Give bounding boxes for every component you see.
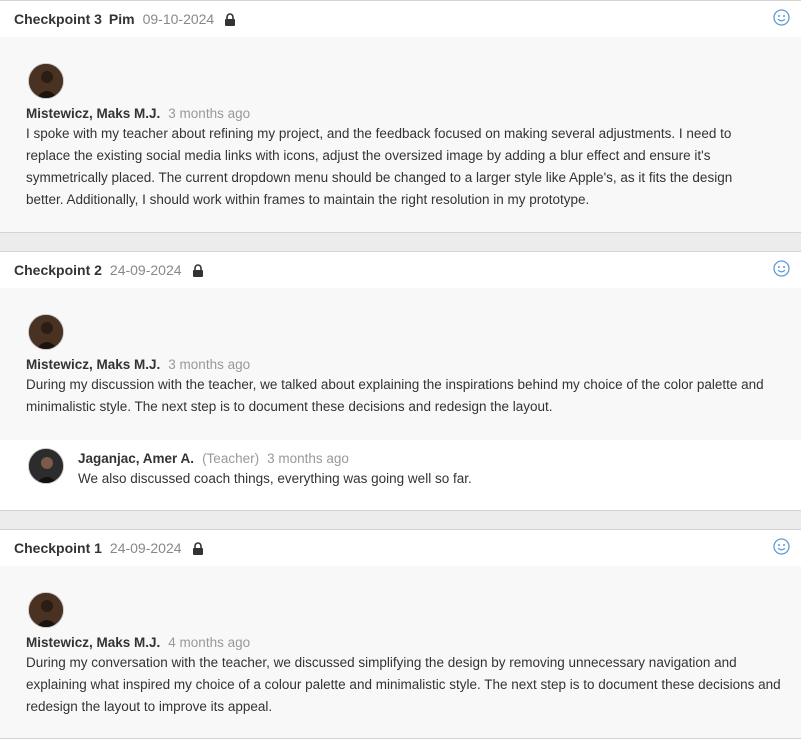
checkpoint-header-row: Checkpoint 2 24-09-2024 [14, 252, 204, 288]
comment-author[interactable]: Mistewicz, Maks M.J. [26, 635, 160, 650]
smiley-face-icon[interactable] [773, 538, 790, 555]
comment-meta: Mistewicz, Maks M.J. 3 months ago [26, 106, 250, 121]
checkpoint-header-row: Checkpoint 1 24-09-2024 [14, 530, 204, 566]
checkpoint-header: Checkpoint 2 24-09-2024 [0, 252, 801, 288]
lock-icon [192, 263, 203, 277]
avatar-photo-icon [29, 315, 63, 349]
checkpoint-title: Checkpoint 3 [14, 11, 102, 27]
avatar [28, 63, 64, 99]
checkpoint-title: Checkpoint 2 [14, 262, 102, 278]
checkpoint-card-2: Checkpoint 2 24-09-2024 Mistewicz, Maks … [0, 251, 801, 511]
comment-time: 3 months ago [168, 357, 251, 372]
reply-role: (Teacher) [202, 451, 260, 466]
reply-author[interactable]: Jaganjac, Amer A. [78, 451, 194, 466]
teacher-reply: Jaganjac, Amer A. (Teacher) 3 months ago… [0, 440, 801, 510]
comment-time: 3 months ago [168, 106, 251, 121]
comment-author[interactable]: Mistewicz, Maks M.J. [26, 357, 160, 372]
avatar [28, 314, 64, 350]
smiley-face-icon[interactable] [773, 9, 790, 26]
smiley-face-icon[interactable] [773, 260, 790, 277]
checkpoint-date: 24-09-2024 [109, 540, 182, 556]
comment-text: During my discussion with the teacher, w… [26, 377, 764, 414]
comment-meta: Mistewicz, Maks M.J. 4 months ago [26, 635, 250, 650]
checkpoint-header: Checkpoint 1 24-09-2024 [0, 530, 801, 566]
reply-text: We also discussed coach things, everythi… [78, 471, 472, 486]
reply-time: 3 months ago [267, 451, 349, 466]
comment-time: 4 months ago [168, 635, 251, 650]
avatar-photo-icon [29, 449, 63, 483]
reply-meta: Jaganjac, Amer A. (Teacher) 3 months ago [78, 451, 349, 466]
comment-author[interactable]: Mistewicz, Maks M.J. [26, 106, 160, 121]
avatar-photo-icon [29, 64, 63, 98]
checkpoint-date: 09-10-2024 [142, 11, 215, 27]
checkpoint-author-tag: Pim [108, 11, 135, 27]
lock-icon [225, 12, 236, 26]
lock-icon [192, 541, 203, 555]
checkpoint-date: 24-09-2024 [109, 262, 182, 278]
checkpoint-header: Checkpoint 3 Pim 09-10-2024 [0, 1, 801, 37]
checkpoint-header-row: Checkpoint 3 Pim 09-10-2024 [14, 1, 236, 37]
checkpoint-card-1: Checkpoint 1 24-09-2024 Mistewicz, Maks … [0, 529, 801, 739]
comment-meta: Mistewicz, Maks M.J. 3 months ago [26, 357, 250, 372]
comment-text: I spoke with my teacher about refining m… [26, 126, 733, 207]
checkpoint-card-3: Checkpoint 3 Pim 09-10-2024 Mistewicz, M… [0, 0, 801, 233]
avatar-photo-icon [29, 593, 63, 627]
avatar [28, 448, 64, 484]
avatar [28, 592, 64, 628]
comment-text: During my conversation with the teacher,… [26, 655, 781, 714]
checkpoint-title: Checkpoint 1 [14, 540, 102, 556]
